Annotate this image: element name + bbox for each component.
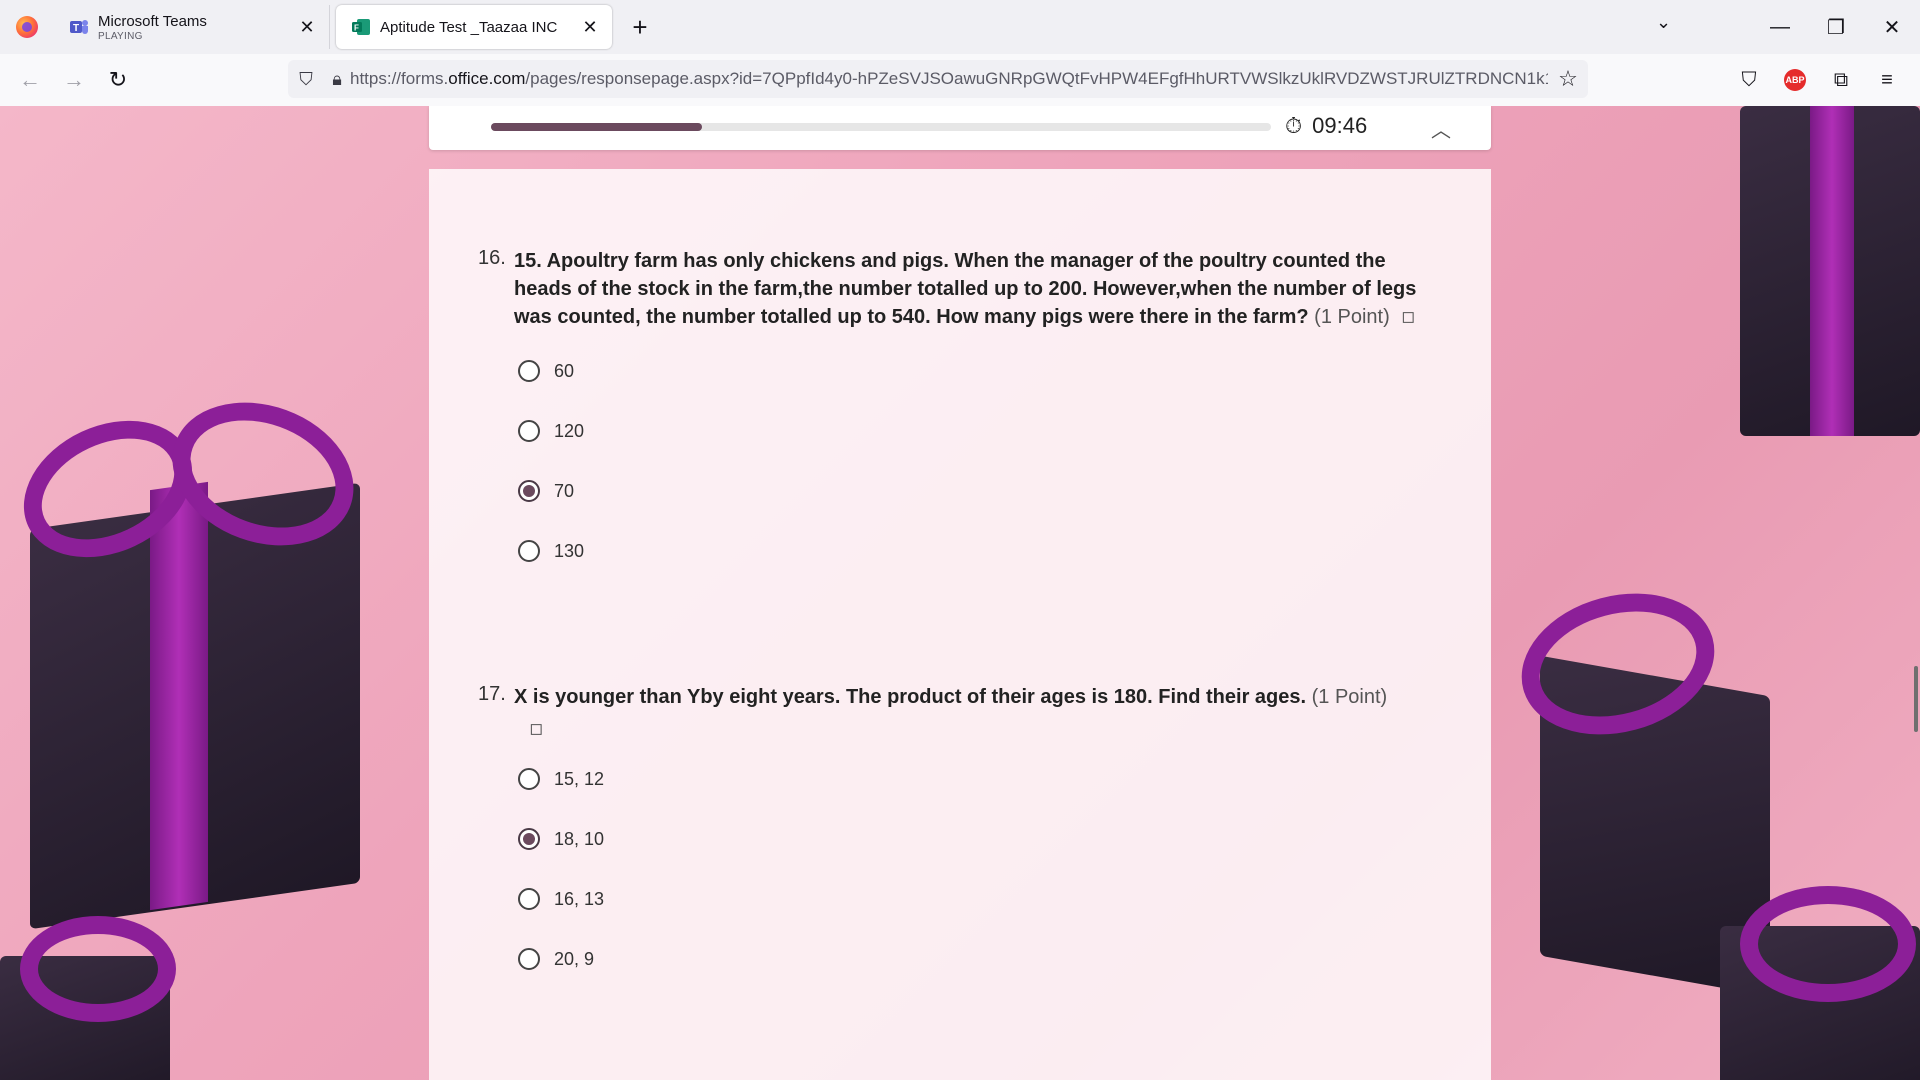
tab-microsoft-teams[interactable]: T Microsoft Teams PLAYING ✕ [54, 5, 330, 49]
question-text: 15. Apoultry farm has only chickens and … [514, 247, 1438, 331]
gift-box-decoration [1700, 886, 1920, 1080]
gift-box-decoration [0, 916, 200, 1080]
tab-strip: T Microsoft Teams PLAYING ✕ F Aptitude T… [0, 0, 1920, 54]
progress-bar-card: ⏱︎ 09:46 ︿ [429, 106, 1491, 150]
option-row[interactable]: 60 [514, 341, 1438, 401]
progress-track [491, 123, 1271, 131]
gift-box-decoration [1720, 106, 1920, 486]
tab-aptitude-test[interactable]: F Aptitude Test _Taazaa INC ✕ [336, 5, 612, 49]
close-tab-icon[interactable]: ✕ [297, 17, 317, 38]
answer-options: 15, 12 18, 10 16, 13 20, 9 [514, 749, 1438, 989]
eraser-icon: ◇ [522, 715, 549, 743]
chevron-up-icon[interactable]: ︿ [1431, 114, 1451, 143]
option-label[interactable]: 130 [554, 541, 584, 562]
reload-icon[interactable]: ↻ [96, 58, 140, 102]
option-row[interactable]: 70 [514, 461, 1438, 521]
option-row[interactable]: 130 [514, 521, 1438, 581]
question-points: (1 Point) [1311, 686, 1388, 708]
question-17: 17. X is younger than Yby eight years. T… [478, 683, 1438, 989]
page-viewport: ⏱︎ 09:46 ︿ 16. 15. Apoultry farm has onl… [0, 106, 1920, 1080]
page-scrollbar-thumb[interactable] [1914, 666, 1918, 732]
progress-fill [491, 123, 702, 131]
form-panel: 16. 15. Apoultry farm has only chickens … [429, 169, 1491, 1080]
shield-icon[interactable]: ⛉ [288, 69, 324, 90]
svg-text:T: T [73, 23, 79, 34]
back-arrow-icon[interactable]: ← [8, 58, 52, 102]
url-text[interactable]: https://forms.office.com/pages/responsep… [350, 69, 1548, 89]
adblock-plus-icon[interactable]: ABP [1784, 69, 1806, 91]
question-number: 16. [478, 247, 506, 269]
question-16: 16. 15. Apoultry farm has only chickens … [478, 247, 1438, 581]
option-label[interactable]: 20, 9 [554, 949, 594, 970]
question-number: 17. [478, 683, 506, 705]
option-label[interactable]: 60 [554, 361, 574, 382]
navigation-toolbar: ← → ↻ ⛉ 🔒︎ https://forms.office.com/page… [0, 54, 1920, 107]
forms-icon: F [352, 19, 370, 35]
option-row[interactable]: 16, 13 [514, 869, 1438, 929]
svg-text:F: F [354, 24, 359, 33]
firefox-menu-icon[interactable] [0, 0, 54, 54]
timer-value: 09:46 [1312, 113, 1368, 138]
radio-button[interactable] [518, 828, 540, 850]
option-label[interactable]: 16, 13 [554, 889, 604, 910]
address-bar[interactable]: ⛉ 🔒︎ https://forms.office.com/pages/resp… [288, 60, 1588, 98]
option-row[interactable]: 15, 12 [514, 749, 1438, 809]
radio-button[interactable] [518, 888, 540, 910]
question-points: (1 Point) [1314, 306, 1390, 328]
list-all-tabs-icon[interactable]: ⌄ [1656, 12, 1671, 33]
radio-button[interactable] [518, 540, 540, 562]
option-label[interactable]: 15, 12 [554, 769, 604, 790]
option-label[interactable]: 120 [554, 421, 584, 442]
pocket-icon[interactable]: ⛉ [1726, 69, 1772, 92]
option-row[interactable]: 18, 10 [514, 809, 1438, 869]
stopwatch-icon: ⏱︎ [1285, 113, 1303, 138]
lock-icon[interactable]: 🔒︎ [324, 69, 350, 90]
bookmark-star-icon[interactable]: ☆ [1548, 66, 1588, 92]
countdown-timer: ⏱︎ 09:46 [1285, 113, 1367, 139]
option-row[interactable]: 20, 9 [514, 929, 1438, 989]
radio-button[interactable] [518, 948, 540, 970]
tab-title: Microsoft Teams [98, 12, 207, 30]
extensions-icon[interactable]: ⧉ [1818, 69, 1864, 92]
answer-options: 60 120 70 130 [514, 341, 1438, 581]
tab-playing-label: PLAYING [98, 30, 143, 42]
hamburger-menu-icon[interactable]: ≡ [1864, 69, 1910, 92]
option-label[interactable]: 70 [554, 481, 574, 502]
new-tab-button[interactable]: + [620, 7, 660, 47]
eraser-icon: ◇ [1394, 303, 1421, 331]
option-row[interactable]: 120 [514, 401, 1438, 461]
radio-button[interactable] [518, 768, 540, 790]
tab-title: Aptitude Test _Taazaa INC [380, 18, 558, 36]
radio-button[interactable] [518, 360, 540, 382]
minimize-icon[interactable]: — [1752, 16, 1808, 39]
radio-button[interactable] [518, 420, 540, 442]
question-text: X is younger than Yby eight years. The p… [514, 683, 1438, 743]
restore-icon[interactable]: ❐ [1808, 15, 1864, 40]
radio-button[interactable] [518, 480, 540, 502]
forward-arrow-icon[interactable]: → [52, 58, 96, 102]
teams-icon: T [70, 20, 88, 34]
option-label[interactable]: 18, 10 [554, 829, 604, 850]
close-tab-icon[interactable]: ✕ [580, 17, 600, 38]
close-window-icon[interactable]: ✕ [1864, 15, 1920, 40]
